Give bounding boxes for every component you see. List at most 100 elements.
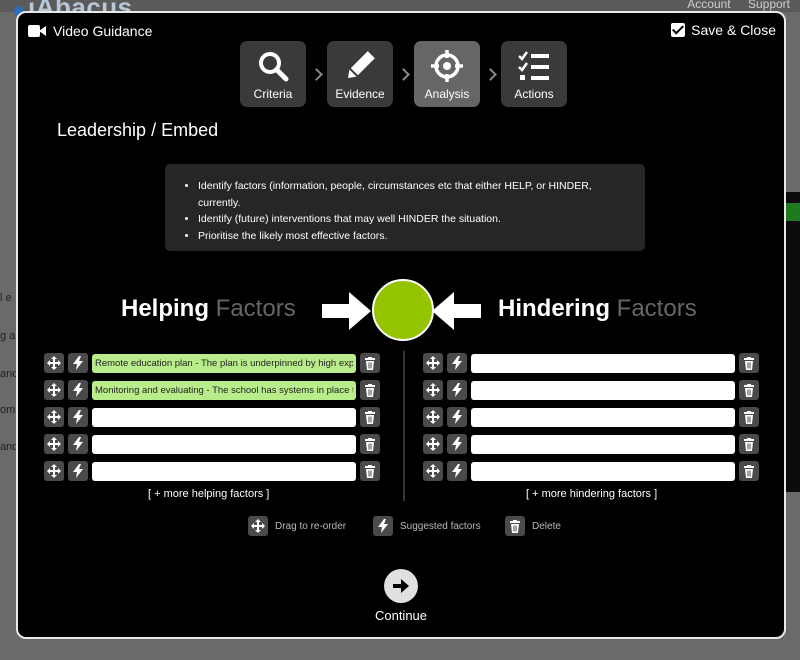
drag-handle-move-icon[interactable]: [423, 353, 443, 373]
hindering-title-muted: Factors: [616, 295, 697, 322]
search-icon: [253, 49, 293, 83]
legend-suggested: Suggested factors: [373, 516, 481, 536]
drag-handle-move-icon[interactable]: [423, 434, 443, 454]
helping-factor-row: [44, 461, 380, 481]
background-link-account: Account: [687, 0, 731, 11]
pencil-icon: [340, 49, 380, 83]
helping-title-bold: Helping: [121, 295, 209, 322]
column-divider: [403, 351, 405, 501]
step-label: Analysis: [424, 87, 470, 101]
delete-trash-icon[interactable]: [739, 380, 759, 400]
checkbox-icon: [671, 23, 686, 37]
hindering-factor-row: [423, 434, 759, 454]
suggested-factors-lightning-icon[interactable]: [68, 434, 88, 454]
background-text: g a: [0, 330, 16, 342]
step-label: Criteria: [253, 87, 293, 101]
drag-handle-move-icon[interactable]: [423, 407, 443, 427]
checklist-icon: [514, 49, 554, 83]
helping-factor-input[interactable]: [92, 434, 356, 454]
drag-handle-move-icon[interactable]: [423, 380, 443, 400]
status-indicator: [372, 279, 434, 341]
legend-delete: Delete: [505, 516, 561, 536]
suggested-factors-lightning-icon[interactable]: [447, 407, 467, 427]
video-guidance-label: Video Guidance: [53, 23, 153, 39]
crosshair-icon: [427, 49, 467, 83]
helping-factor-row: [44, 407, 380, 427]
helping-factor-row: [44, 434, 380, 454]
hindering-factor-row: [423, 353, 759, 373]
legend-drag: Drag to re-order: [248, 516, 346, 536]
lightning-icon: [373, 516, 393, 536]
instruction-item: Identify (future) interventions that may…: [198, 211, 629, 228]
hindering-factors-list: [423, 353, 759, 488]
background-link-support: Support: [747, 0, 790, 11]
helping-factors-title: Helping Factors: [121, 295, 296, 323]
step-analysis[interactable]: Analysis: [414, 41, 480, 107]
delete-trash-icon[interactable]: [739, 434, 759, 454]
helping-factor-input[interactable]: [92, 353, 356, 373]
more-hindering-factors-link[interactable]: [ + more hindering factors ]: [526, 488, 657, 500]
helping-factor-input[interactable]: [92, 380, 356, 400]
step-actions[interactable]: Actions: [501, 41, 567, 107]
continue-button[interactable]: [384, 569, 418, 603]
delete-trash-icon[interactable]: [739, 461, 759, 481]
step-navigation: Criteria Evidence Analysis Actions: [240, 41, 567, 107]
helping-factor-input[interactable]: [92, 407, 356, 427]
arrow-left-icon: [431, 292, 481, 330]
suggested-factors-lightning-icon[interactable]: [447, 434, 467, 454]
delete-trash-icon[interactable]: [360, 353, 380, 373]
suggested-factors-lightning-icon[interactable]: [68, 461, 88, 481]
hindering-factor-input[interactable]: [471, 353, 735, 373]
hindering-factor-row: [423, 380, 759, 400]
legend-label: Suggested factors: [400, 520, 481, 532]
chevron-right-icon: [480, 67, 501, 81]
save-close-label: Save & Close: [691, 22, 776, 38]
drag-handle-move-icon[interactable]: [44, 353, 64, 373]
drag-handle-move-icon[interactable]: [44, 407, 64, 427]
chevron-right-icon: [393, 67, 414, 81]
hindering-factor-input[interactable]: [471, 434, 735, 454]
more-helping-factors-link[interactable]: [ + more helping factors ]: [148, 488, 269, 500]
arrow-right-circle-icon: [393, 579, 409, 593]
helping-factor-row: [44, 353, 380, 373]
hindering-factor-input[interactable]: [471, 380, 735, 400]
video-camera-icon: [28, 24, 46, 38]
instruction-item: Identify factors (information, people, c…: [198, 178, 629, 211]
suggested-factors-lightning-icon[interactable]: [447, 353, 467, 373]
helping-factors-list: [44, 353, 380, 488]
delete-trash-icon[interactable]: [739, 407, 759, 427]
hindering-factor-input[interactable]: [471, 407, 735, 427]
background-text: l e: [0, 292, 12, 304]
trash-icon: [505, 516, 525, 536]
delete-trash-icon[interactable]: [739, 353, 759, 373]
step-label: Actions: [514, 87, 554, 101]
drag-handle-move-icon[interactable]: [44, 380, 64, 400]
save-close-button[interactable]: Save & Close: [671, 22, 776, 38]
chevron-right-icon: [306, 67, 327, 81]
suggested-factors-lightning-icon[interactable]: [68, 353, 88, 373]
suggested-factors-lightning-icon[interactable]: [447, 461, 467, 481]
drag-handle-move-icon[interactable]: [423, 461, 443, 481]
suggested-factors-lightning-icon[interactable]: [68, 380, 88, 400]
step-criteria[interactable]: Criteria: [240, 41, 306, 107]
continue-label[interactable]: Continue: [368, 608, 434, 623]
suggested-factors-lightning-icon[interactable]: [68, 407, 88, 427]
hindering-factor-row: [423, 461, 759, 481]
delete-trash-icon[interactable]: [360, 407, 380, 427]
drag-handle-move-icon[interactable]: [44, 434, 64, 454]
helping-title-muted: Factors: [215, 295, 296, 322]
hindering-factors-title: Hindering Factors: [498, 295, 697, 323]
delete-trash-icon[interactable]: [360, 434, 380, 454]
step-evidence[interactable]: Evidence: [327, 41, 393, 107]
delete-trash-icon[interactable]: [360, 380, 380, 400]
background-badge: [786, 203, 800, 221]
video-guidance-button[interactable]: Video Guidance: [28, 23, 152, 39]
instruction-item: Prioritise the likely most effective fac…: [198, 228, 629, 245]
delete-trash-icon[interactable]: [360, 461, 380, 481]
helping-factor-input[interactable]: [92, 461, 356, 481]
hindering-factor-input[interactable]: [471, 461, 735, 481]
legend-label: Drag to re-order: [275, 520, 347, 532]
suggested-factors-lightning-icon[interactable]: [447, 380, 467, 400]
hindering-factor-row: [423, 407, 759, 427]
drag-handle-move-icon[interactable]: [44, 461, 64, 481]
